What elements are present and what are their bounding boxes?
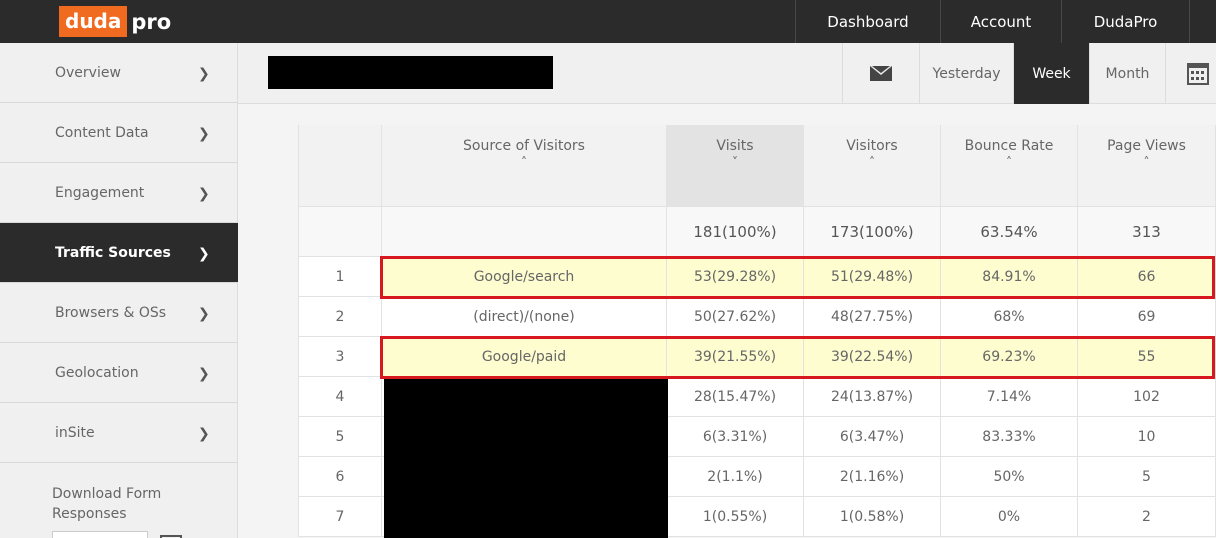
nav-divider — [1189, 0, 1216, 43]
row-visitors: 6(3.47%) — [804, 417, 941, 457]
nav-dudapro[interactable]: DudaPro — [1061, 0, 1189, 43]
chevron-right-icon: ❯ — [198, 305, 210, 322]
row-visits: 28(15.47%) — [667, 377, 804, 417]
totals-source-cell — [382, 207, 667, 257]
range-yesterday-button[interactable]: Yesterday — [919, 43, 1013, 104]
redacted-site-title — [268, 56, 553, 89]
row-bounce-rate: 0% — [941, 497, 1078, 537]
sidebar-item-content-data[interactable]: Content Data ❯ — [0, 103, 238, 163]
chevron-right-icon: ❯ — [198, 245, 210, 262]
row-page-views: 10 — [1078, 417, 1216, 457]
sort-up-icon: ˄ — [1143, 155, 1150, 169]
highlight-box-google-paid — [380, 336, 1215, 379]
download-form-responses-label: Download Form Responses — [52, 486, 162, 522]
nav-account[interactable]: Account — [940, 0, 1061, 43]
sidebar-item-insite[interactable]: inSite ❯ — [0, 403, 238, 463]
calendar-icon — [1187, 62, 1209, 85]
range-week-button[interactable]: Week — [1013, 43, 1089, 104]
row-visitors: 1(0.58%) — [804, 497, 941, 537]
sidebar-item-label: Engagement — [55, 184, 145, 201]
row-visits: 1(0.55%) — [667, 497, 804, 537]
row-visitors: 2(1.16%) — [804, 457, 941, 497]
sidebar-item-geolocation[interactable]: Geolocation ❯ — [0, 343, 238, 403]
column-header-visitors[interactable]: Visitors ˄ — [804, 125, 941, 207]
row-rank: 6 — [298, 457, 382, 497]
column-header-label: Source of Visitors — [463, 138, 585, 154]
column-header-label: Visits — [716, 138, 754, 154]
table-totals-row: 181(100%) 173(100%) 63.54% 313 — [298, 207, 1216, 257]
logo-suffix: pro — [131, 9, 172, 34]
email-report-button[interactable] — [842, 43, 919, 104]
row-bounce-rate: 7.14% — [941, 377, 1078, 417]
row-page-views: 102 — [1078, 377, 1216, 417]
sort-up-icon: ˄ — [869, 155, 875, 169]
column-header-page-views[interactable]: Page Views ˄ — [1078, 125, 1216, 207]
row-visits: 50(27.62%) — [667, 297, 804, 337]
row-bounce-rate: 68% — [941, 297, 1078, 337]
chevron-right-icon: ❯ — [198, 125, 210, 142]
row-page-views: 2 — [1078, 497, 1216, 537]
chevron-right-icon: ❯ — [198, 65, 210, 82]
row-visits: 2(1.1%) — [667, 457, 804, 497]
chevron-right-icon: ❯ — [198, 185, 210, 202]
row-visitors: 24(13.87%) — [804, 377, 941, 417]
sidebar-item-engagement[interactable]: Engagement ❯ — [0, 163, 238, 223]
custom-range-button[interactable] — [1165, 43, 1216, 104]
sort-up-icon: ˄ — [1006, 155, 1012, 169]
report-header: Yesterday Week Month — [238, 43, 1216, 104]
sidebar-item-label: Overview — [55, 64, 121, 81]
table-row[interactable]: 2 (direct)/(none) 50(27.62%) 48(27.75%) … — [298, 297, 1216, 337]
totals-rank-cell — [298, 207, 382, 257]
row-bounce-rate: 50% — [941, 457, 1078, 497]
row-page-views: 5 — [1078, 457, 1216, 497]
column-header-bounce-rate[interactable]: Bounce Rate ˄ — [941, 125, 1078, 207]
totals-visitors: 173(100%) — [804, 207, 941, 257]
row-source: (direct)/(none) — [382, 297, 667, 337]
chevron-right-icon: ❯ — [198, 425, 210, 442]
sidebar-item-label: Browsers & OSs — [55, 304, 167, 321]
sort-up-icon: ˄ — [521, 155, 527, 169]
envelope-icon — [870, 66, 892, 81]
row-visits: 6(3.31%) — [667, 417, 804, 457]
top-bar: duda pro Dashboard Account DudaPro — [0, 0, 1216, 43]
sidebar: Overview ❯ Content Data ❯ Engagement ❯ T… — [0, 43, 238, 538]
row-visitors: 48(27.75%) — [804, 297, 941, 337]
duda-pro-logo[interactable]: duda pro — [59, 5, 171, 38]
rank-header — [298, 125, 382, 207]
row-bounce-rate: 83.33% — [941, 417, 1078, 457]
sidebar-item-traffic-sources[interactable]: Traffic Sources ❯ — [0, 223, 238, 283]
highlight-box-google-search — [380, 256, 1215, 299]
chevron-right-icon: ❯ — [198, 365, 210, 382]
sidebar-item-label: inSite — [55, 424, 95, 441]
totals-page-views: 313 — [1078, 207, 1216, 257]
sidebar-item-label: Geolocation — [55, 364, 139, 381]
row-rank: 3 — [298, 337, 382, 377]
sort-down-icon: ˅ — [732, 155, 738, 169]
row-rank: 1 — [298, 257, 382, 297]
download-form-select[interactable] — [52, 531, 148, 538]
nav-dashboard[interactable]: Dashboard — [795, 0, 940, 43]
row-rank: 7 — [298, 497, 382, 537]
column-header-source[interactable]: Source of Visitors ˄ — [382, 125, 667, 207]
row-rank: 4 — [298, 377, 382, 417]
row-page-views: 69 — [1078, 297, 1216, 337]
range-month-button[interactable]: Month — [1089, 43, 1165, 104]
sidebar-item-overview[interactable]: Overview ❯ — [0, 43, 238, 103]
column-header-visits[interactable]: Visits ˅ — [667, 125, 804, 207]
column-header-label: Bounce Rate — [964, 138, 1054, 154]
table-header-row: Source of Visitors ˄ Visits ˅ Visitors ˄… — [298, 125, 1216, 207]
redacted-sources-block — [384, 378, 668, 538]
column-header-label: Visitors — [846, 138, 898, 154]
totals-visits: 181(100%) — [667, 207, 804, 257]
logo-text: duda — [59, 6, 128, 37]
row-rank: 2 — [298, 297, 382, 337]
totals-bounce-rate: 63.54% — [941, 207, 1078, 257]
column-header-label: Page Views — [1107, 138, 1186, 154]
sidebar-item-label: Content Data — [55, 124, 149, 141]
sidebar-item-label: Traffic Sources — [55, 244, 171, 261]
sidebar-item-browsers-oss[interactable]: Browsers & OSs ❯ — [0, 283, 238, 343]
row-rank: 5 — [298, 417, 382, 457]
